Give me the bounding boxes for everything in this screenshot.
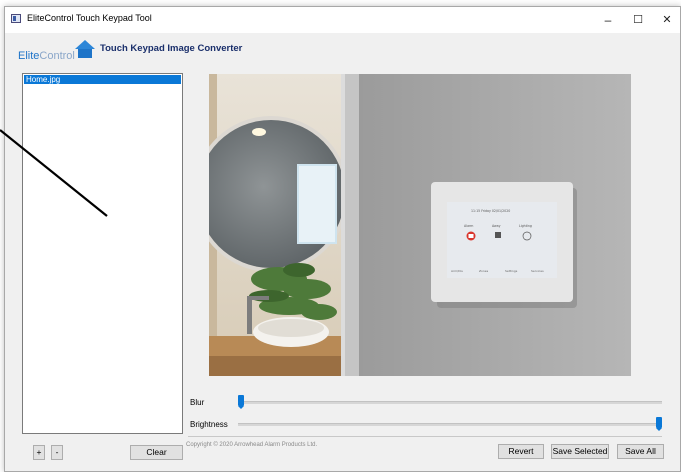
- app-heading: Touch Keypad Image Converter: [100, 43, 243, 54]
- keypad-nav-services: Services: [531, 269, 544, 273]
- clear-button[interactable]: Clear: [130, 445, 183, 460]
- keypad-tile-lighting: Lighting: [519, 224, 532, 228]
- logo-text: EliteControl: [18, 50, 75, 62]
- keypad-tile-alarm: Alarm: [464, 224, 473, 228]
- keypad-nav-zones: Zones: [479, 269, 489, 273]
- logo-control-text: Control: [39, 50, 75, 62]
- footer-separator: [188, 436, 662, 437]
- keypad-nav-settings: Settings: [505, 269, 518, 273]
- revert-button[interactable]: Revert: [498, 444, 544, 459]
- file-list-item[interactable]: Home.jpg: [24, 75, 181, 84]
- keypad-tile-away: Away: [492, 224, 501, 228]
- minimize-button[interactable]: –: [591, 7, 625, 33]
- blur-label: Blur: [190, 398, 205, 407]
- close-button[interactable]: ✕: [650, 7, 680, 33]
- keypad-status-text: 11:15 Friday 02/01/2020: [471, 209, 510, 213]
- keypad-nav-arm: Arm/Dis: [451, 269, 463, 273]
- add-file-button[interactable]: +: [33, 445, 45, 460]
- window-title: EliteControl Touch Keypad Tool: [27, 13, 152, 23]
- title-bar[interactable]: EliteControl Touch Keypad Tool – ☐ ✕: [5, 7, 680, 33]
- image-preview: 11:15 Friday 02/01/2020 Alarm Away Light…: [209, 74, 631, 376]
- preview-photo: 11:15 Friday 02/01/2020 Alarm Away Light…: [209, 74, 631, 376]
- blur-track[interactable]: [238, 401, 662, 404]
- brightness-label: Brightness: [190, 420, 228, 429]
- blur-slider-thumb[interactable]: [238, 395, 244, 409]
- app-window-icon: [11, 14, 21, 23]
- logo-house-icon: [75, 40, 95, 58]
- logo-elite-text: Elite: [18, 50, 40, 62]
- save-selected-button[interactable]: Save Selected: [551, 444, 609, 459]
- save-all-button[interactable]: Save All: [617, 444, 664, 459]
- remove-file-button[interactable]: -: [51, 445, 63, 460]
- copyright-text: Copyright © 2020 Arrowhead Alarm Product…: [186, 442, 318, 448]
- annotation-arrow-line: [0, 129, 108, 217]
- brightness-slider-thumb[interactable]: [656, 417, 662, 431]
- brightness-track[interactable]: [238, 423, 662, 426]
